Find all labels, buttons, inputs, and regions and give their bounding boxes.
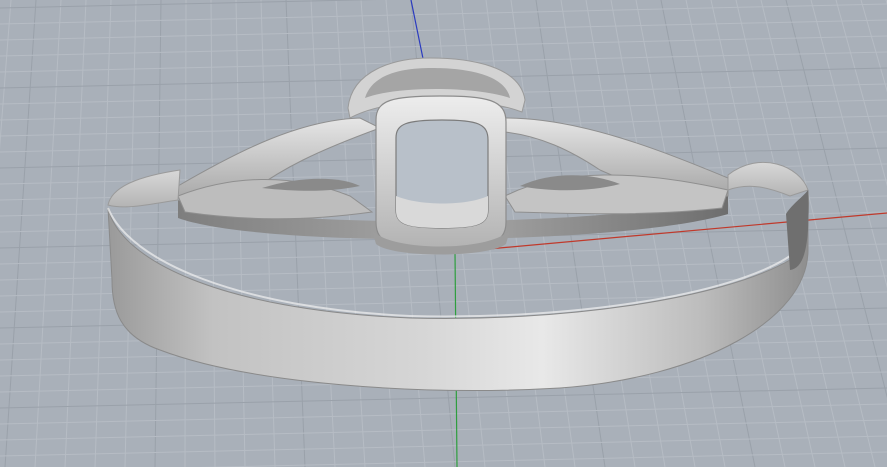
grid-line xyxy=(0,387,887,409)
grid-line xyxy=(235,0,246,467)
grid-line xyxy=(0,3,887,25)
viewport-canvas[interactable] xyxy=(0,0,887,467)
3d-viewport[interactable] xyxy=(0,0,887,467)
grid-line xyxy=(34,0,62,467)
grid-line xyxy=(154,0,162,467)
grid-line xyxy=(835,0,887,187)
grid-line xyxy=(210,0,216,467)
grid-line xyxy=(0,35,887,57)
grid-line xyxy=(0,19,887,41)
ring-shank-top xyxy=(107,169,181,208)
grid-line xyxy=(0,435,887,457)
grid-line xyxy=(660,0,756,467)
grid-line xyxy=(0,419,887,441)
grid-line xyxy=(810,0,887,289)
grid-line xyxy=(685,0,786,467)
ring-model[interactable] xyxy=(107,57,809,391)
grid-line xyxy=(4,0,37,467)
ring-shank-top-right xyxy=(727,161,809,197)
grid-line xyxy=(184,0,187,467)
grid-line xyxy=(860,0,887,93)
grid-line xyxy=(0,403,887,425)
